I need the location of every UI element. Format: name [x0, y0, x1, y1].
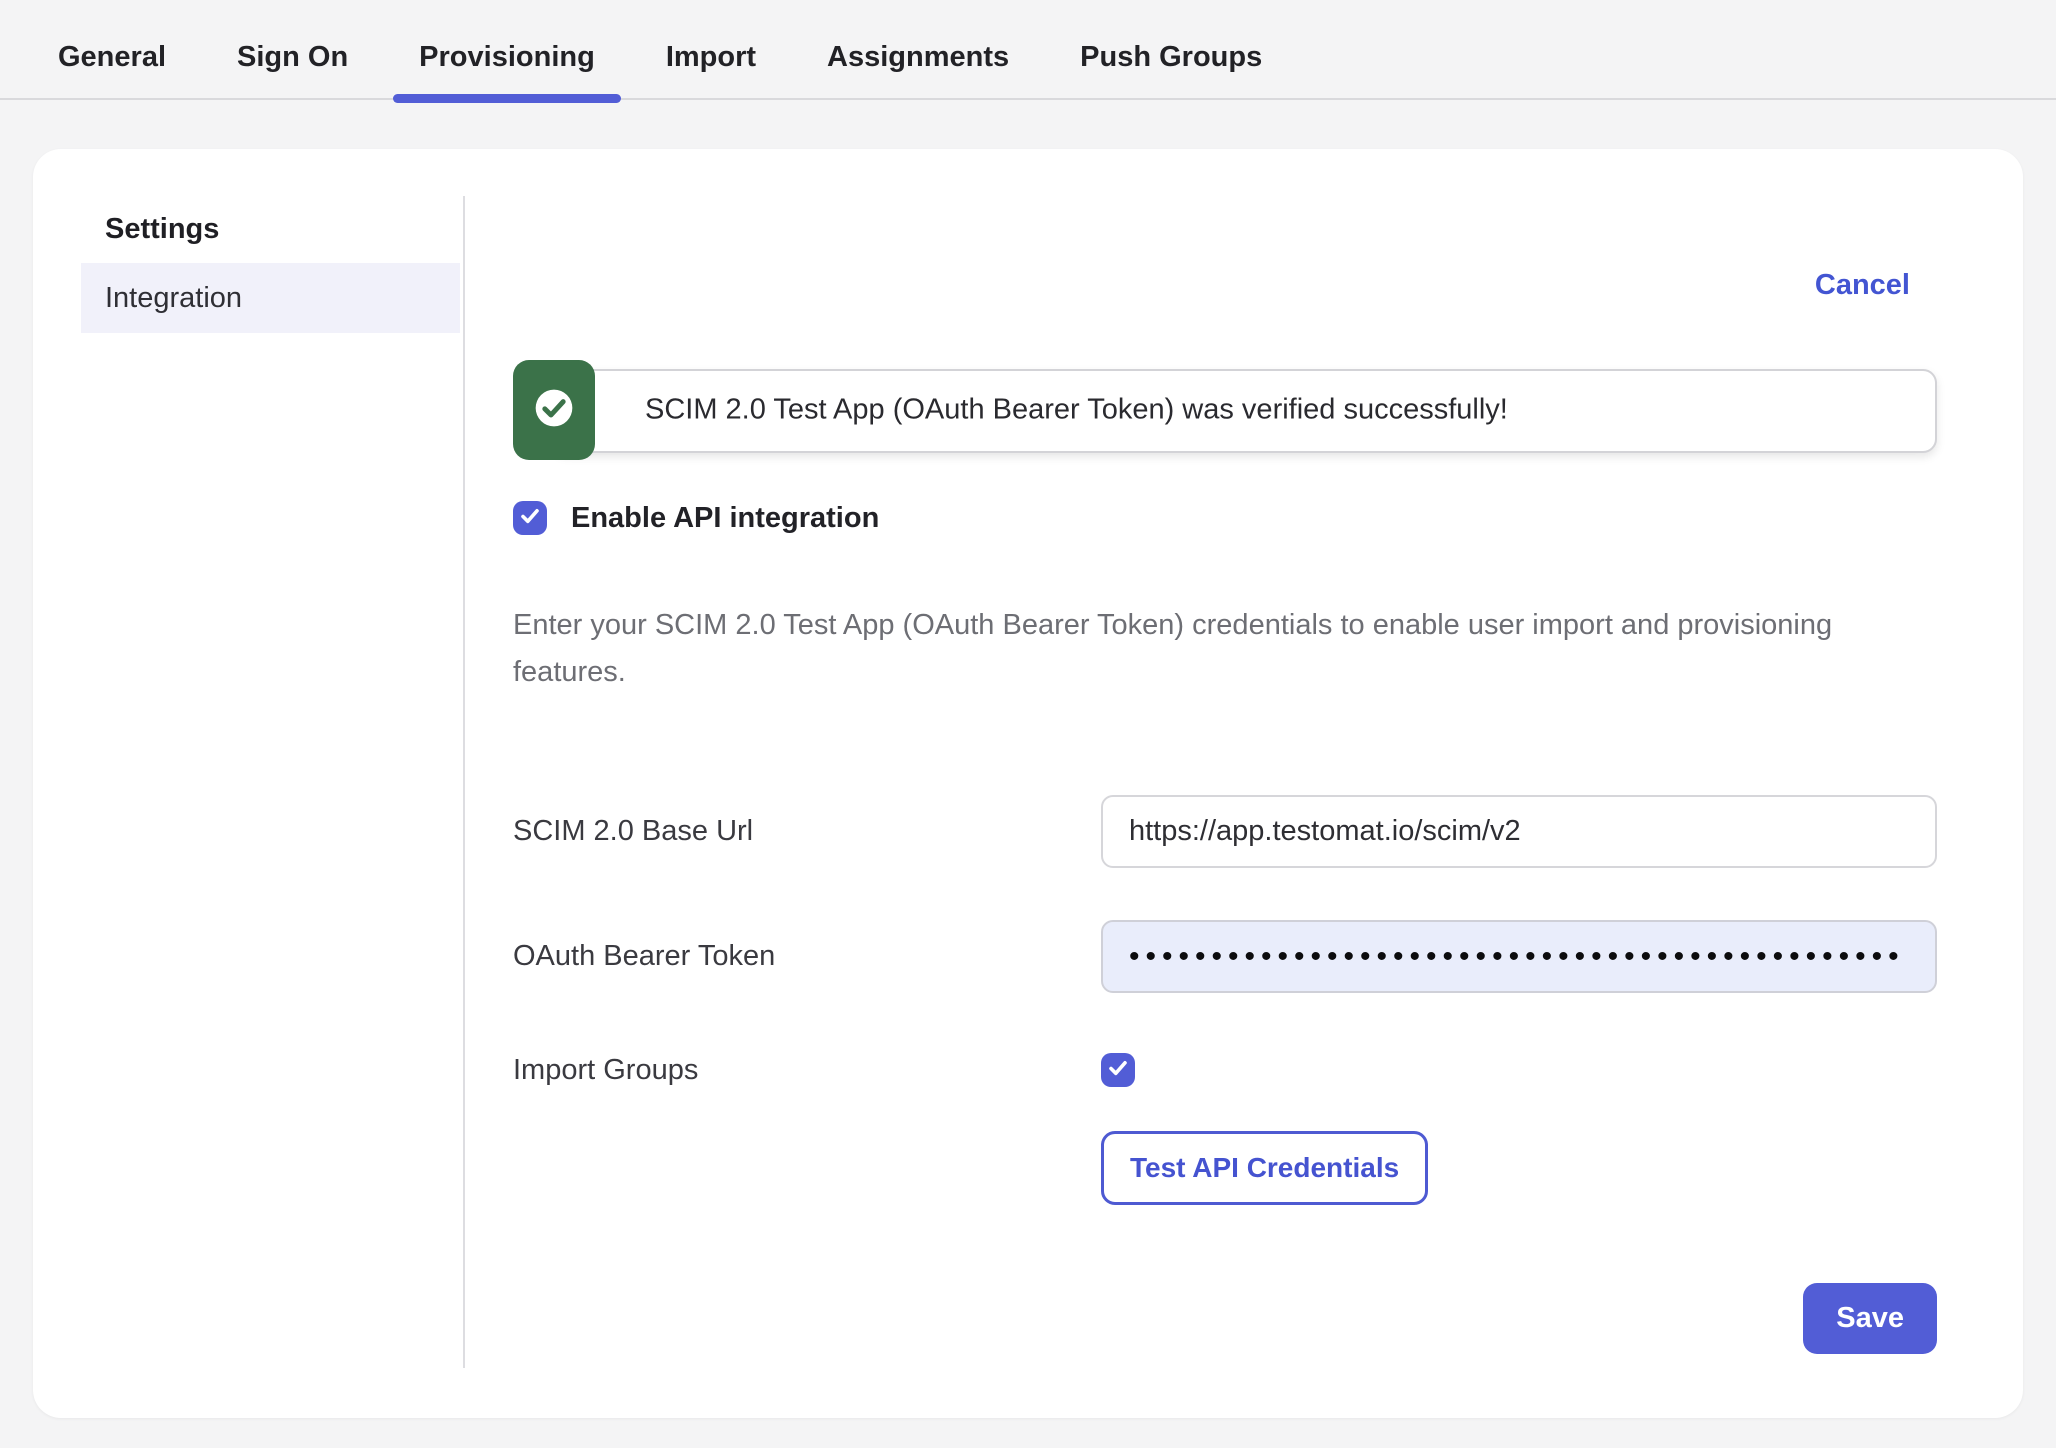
cancel-row: Cancel — [513, 269, 1937, 302]
cancel-link[interactable]: Cancel — [1815, 269, 1910, 302]
base-url-row: SCIM 2.0 Base Url — [513, 795, 1937, 868]
test-api-credentials-button[interactable]: Test API Credentials — [1101, 1131, 1428, 1205]
import-groups-checkbox[interactable] — [1101, 1053, 1135, 1087]
checkbox-check-icon — [1106, 1056, 1130, 1085]
tab-push-groups[interactable]: Push Groups — [1054, 41, 1288, 98]
tab-assignments[interactable]: Assignments — [801, 41, 1035, 98]
enable-api-label: Enable API integration — [571, 502, 879, 535]
success-check-icon — [534, 388, 574, 433]
tab-import[interactable]: Import — [640, 41, 782, 98]
tab-bar: General Sign On Provisioning Import Assi… — [0, 0, 2056, 100]
settings-sidebar: Settings Integration — [33, 149, 463, 1418]
base-url-label: SCIM 2.0 Base Url — [513, 815, 1101, 848]
enable-api-row: Enable API integration — [513, 498, 1937, 538]
import-groups-field — [1101, 1053, 1937, 1087]
token-row: OAuth Bearer Token — [513, 920, 1937, 993]
import-groups-label: Import Groups — [513, 1054, 1101, 1087]
success-banner: SCIM 2.0 Test App (OAuth Bearer Token) w… — [513, 360, 1937, 460]
import-groups-row: Import Groups — [513, 1050, 1937, 1090]
tab-general[interactable]: General — [32, 41, 192, 98]
sidebar-heading: Settings — [105, 211, 463, 247]
base-url-input[interactable] — [1101, 795, 1937, 868]
tab-sign-on[interactable]: Sign On — [211, 41, 374, 98]
test-credentials-row: Test API Credentials — [1101, 1131, 1937, 1205]
oauth-token-input[interactable] — [1101, 920, 1937, 993]
save-row: Save — [513, 1283, 1937, 1354]
enable-api-checkbox[interactable] — [513, 501, 547, 535]
success-banner-accent — [513, 360, 595, 460]
sidebar-item-integration[interactable]: Integration — [81, 263, 460, 333]
base-url-field — [1101, 795, 1937, 868]
integration-settings-panel: Cancel SCIM 2.0 Test App (OAuth Bearer T… — [465, 149, 2023, 1418]
tab-provisioning[interactable]: Provisioning — [393, 41, 621, 98]
token-field — [1101, 920, 1937, 993]
checkbox-check-icon — [518, 504, 542, 533]
success-banner-message: SCIM 2.0 Test App (OAuth Bearer Token) w… — [645, 394, 1508, 427]
token-label: OAuth Bearer Token — [513, 940, 1101, 973]
provisioning-card: Settings Integration Cancel SCIM 2.0 Tes… — [33, 149, 2023, 1418]
save-button[interactable]: Save — [1803, 1283, 1937, 1354]
credentials-description: Enter your SCIM 2.0 Test App (OAuth Bear… — [513, 602, 1893, 696]
